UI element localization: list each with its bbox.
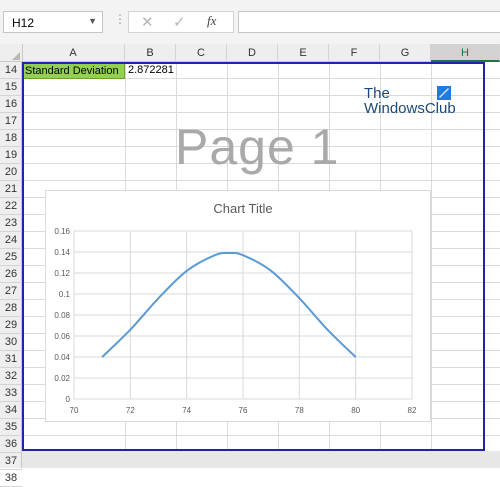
column-header-h[interactable]: H <box>431 44 500 62</box>
logo-line-2: WindowsClub <box>364 100 456 117</box>
chart-area[interactable]: Chart Title 0 0.02 0.04 0.06 0.08 0.1 0.12 0.14 0… <box>45 190 431 422</box>
data-point <box>228 252 230 254</box>
column-header-row: A B C D E F G H <box>0 44 500 62</box>
series-line <box>101 251 357 358</box>
data-point <box>327 329 328 331</box>
name-box[interactable]: H12 ▼ <box>3 11 103 33</box>
y-tick-label: 0.16 <box>54 227 70 236</box>
data-point <box>242 254 244 256</box>
data-point <box>186 270 188 272</box>
y-tick-label: 0.02 <box>54 374 70 383</box>
row-header-column: 14 15 16 17 18 19 20 21 22 23 24 25 26 2… <box>0 62 22 487</box>
row-header[interactable]: 23 <box>0 215 22 232</box>
y-tick-label: 0.14 <box>54 248 70 257</box>
cell-a14-standard-deviation-label[interactable]: Standard Deviation <box>22 62 125 79</box>
column-header-a[interactable]: A <box>22 44 125 62</box>
row-header[interactable]: 31 <box>0 351 22 368</box>
y-tick-label: 0.04 <box>54 353 70 362</box>
data-point <box>270 270 272 272</box>
data-point <box>101 356 103 358</box>
row-header[interactable]: 21 <box>0 181 22 198</box>
logo-icon <box>437 86 451 100</box>
row-header[interactable]: 35 <box>0 419 22 436</box>
row-header[interactable]: 28 <box>0 300 22 317</box>
row-header[interactable]: 22 <box>0 198 22 215</box>
y-tick-label: 0.06 <box>54 332 70 341</box>
row-header[interactable]: 17 <box>0 113 22 130</box>
name-box-value: H12 <box>12 16 35 30</box>
x-tick-label: 72 <box>126 406 135 415</box>
data-point <box>129 329 131 331</box>
formula-bar: H12 ▼ ⋮ ✕ ✓ fx <box>0 0 500 44</box>
row-header[interactable]: 33 <box>0 385 22 402</box>
select-all-button[interactable] <box>0 44 23 62</box>
row-header[interactable]: 30 <box>0 334 22 351</box>
chart-title: Chart Title <box>213 201 272 216</box>
bottom-gray-strip <box>22 451 500 468</box>
y-tick-label: 0.08 <box>54 311 70 320</box>
row-header[interactable]: 37 <box>0 453 22 470</box>
column-header-g[interactable]: G <box>380 44 431 62</box>
row-header[interactable]: 38 <box>0 470 22 487</box>
page-break-watermark: Page 1 <box>175 119 340 175</box>
row-header[interactable]: 15 <box>0 79 22 96</box>
chart-svg: Chart Title 0 0.02 0.04 0.06 0.08 0.1 0.12 0.14 0… <box>54 201 417 415</box>
x-tick-label: 70 <box>70 406 79 415</box>
cancel-icon[interactable]: ✕ <box>141 13 154 31</box>
y-tick-label: 0.12 <box>54 269 70 278</box>
formula-input[interactable] <box>238 11 500 33</box>
row-header[interactable]: 14 <box>0 62 22 79</box>
insert-function-icon[interactable]: fx <box>207 13 216 29</box>
row-header[interactable]: 18 <box>0 130 22 147</box>
data-point <box>214 254 216 256</box>
row-header[interactable]: 34 <box>0 402 22 419</box>
formula-bar-buttons: ✕ ✓ fx <box>128 11 234 33</box>
row-header[interactable]: 27 <box>0 283 22 300</box>
column-header-e[interactable]: E <box>278 44 329 62</box>
row-header[interactable]: 19 <box>0 147 22 164</box>
row-header[interactable]: 16 <box>0 96 22 113</box>
row-header[interactable]: 29 <box>0 317 22 334</box>
chevron-down-icon[interactable]: ▼ <box>88 16 97 26</box>
x-tick-label: 74 <box>182 406 191 415</box>
column-header-b[interactable]: B <box>125 44 176 62</box>
data-point <box>355 356 357 358</box>
row-header[interactable]: 20 <box>0 164 22 181</box>
x-tick-label: 82 <box>408 406 417 415</box>
data-point <box>158 297 159 299</box>
row-header[interactable]: 24 <box>0 232 22 249</box>
x-tick-label: 80 <box>351 406 360 415</box>
y-tick-label: 0 <box>66 395 71 404</box>
row-header[interactable]: 26 <box>0 266 22 283</box>
column-header-d[interactable]: D <box>227 44 278 62</box>
formula-bar-grip-icon: ⋮ <box>114 12 126 26</box>
cell-b14-standard-deviation-value[interactable]: 2.872281 <box>128 62 174 79</box>
x-tick-label: 76 <box>239 406 248 415</box>
column-header-c[interactable]: C <box>176 44 227 62</box>
row-header[interactable]: 36 <box>0 436 22 453</box>
row-header[interactable]: 32 <box>0 368 22 385</box>
data-point <box>298 297 300 299</box>
row-header[interactable]: 25 <box>0 249 22 266</box>
column-header-f[interactable]: F <box>329 44 380 62</box>
enter-icon[interactable]: ✓ <box>173 13 186 31</box>
y-tick-label: 0.1 <box>59 290 71 299</box>
x-tick-label: 78 <box>295 406 304 415</box>
